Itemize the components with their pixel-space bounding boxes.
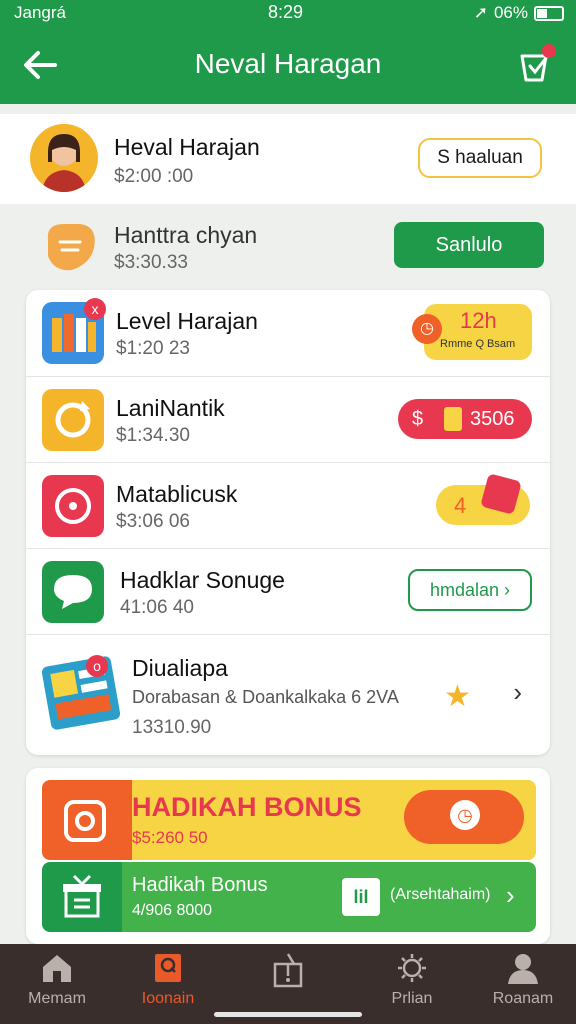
time-chip[interactable]: ◷ 12h Rmme Q Bsam	[412, 304, 532, 360]
level-chip[interactable]: 4	[436, 473, 530, 525]
profile-action-button[interactable]: S haaluan	[418, 138, 542, 178]
nav-label: Prlian	[391, 990, 433, 1007]
item-description: Dorabasan & Doankalkaka 6 2VA	[132, 687, 399, 707]
item-badge: o	[86, 655, 108, 677]
person-icon	[508, 954, 538, 984]
location-icon: ➚	[473, 3, 488, 22]
status-icons: ➚ 06%	[474, 3, 564, 23]
chat-app-icon	[42, 475, 104, 537]
app-header: Jangrá 8:29 ➚ 06% Neval Haragan	[0, 0, 576, 104]
dice-icon	[480, 473, 522, 515]
bell-icon	[47, 224, 95, 271]
bonus-row-icon: lil	[342, 878, 380, 916]
button-label: hmdalan	[429, 580, 500, 600]
bonus-row-button[interactable]: lil (Arsehtahaim) ›	[342, 876, 522, 918]
chevron-right-icon: ›	[504, 580, 511, 600]
chevron-right-icon[interactable]: ›	[513, 677, 522, 708]
list-item[interactable]: o Diualiapa Dorabasan & Doankalkaka 6 2V…	[26, 635, 550, 755]
clock: 8:29	[268, 2, 304, 22]
list-item[interactable]: LaniNantik $1:34.30 $ 3506	[26, 377, 550, 463]
list-item[interactable]: x Level Harajan $1:20 23 ◷ 12h Rmme Q Bs…	[26, 290, 550, 377]
bonus-row[interactable]: Hadikah Bonus 4/906 8000 lil (Arsehtahai…	[42, 862, 536, 932]
nav-label: Memam	[28, 990, 86, 1007]
trophy-icon	[444, 407, 462, 431]
secondary-action-button[interactable]: Sanlulo	[394, 222, 544, 268]
gift-icon	[273, 953, 303, 988]
page-title: Neval Haragan	[194, 48, 382, 79]
battery-icon	[534, 5, 564, 21]
bonus-claim-button[interactable]: ◷	[404, 790, 524, 844]
profile-amount: $2:00 :00	[114, 166, 194, 187]
secondary-amount: $3:30.33	[114, 252, 188, 273]
chip-caption: Rmme Q Bsam	[440, 338, 516, 350]
star-icon[interactable]: ★	[444, 679, 471, 714]
home-indicator[interactable]	[214, 1012, 362, 1017]
bonus-row-button-label: (Arsehtahaim)	[390, 886, 491, 903]
nav-profile[interactable]: Roanam	[468, 952, 576, 1008]
item-amount: 13310.90	[132, 717, 212, 738]
item-title: Level Harajan	[116, 308, 258, 334]
sun-icon	[398, 954, 426, 982]
checklist-button[interactable]	[518, 44, 556, 84]
secondary-name: Hanttra chyan	[114, 222, 258, 248]
home-icon	[43, 955, 71, 982]
nav-label: Ioonain	[141, 990, 195, 1007]
gift-icon	[63, 874, 101, 918]
chip-value: 3506	[470, 408, 515, 430]
clock-icon: ◷	[412, 314, 442, 344]
refresh-app-icon	[42, 389, 104, 451]
nav-gift[interactable]	[233, 952, 343, 994]
avatar	[30, 124, 98, 192]
carrier-label: Jangrá	[14, 3, 66, 22]
nav-wallet[interactable]: Ioonain	[113, 952, 223, 1008]
battery-percent: 06%	[493, 3, 528, 22]
list-item[interactable]: Matablicusk $3:06 06 4	[26, 463, 550, 549]
camera-icon	[64, 800, 106, 842]
item-badge: x	[84, 298, 106, 320]
bonus-card: HADIKAH BONUS $5:260 50 ◷ Hadikah Bonus …	[26, 768, 550, 944]
chip-value: 4	[454, 493, 467, 518]
item-amount: 41:06 40	[120, 597, 194, 618]
open-button[interactable]: hmdalan ›	[408, 569, 532, 611]
nav-label: Roanam	[492, 990, 554, 1007]
item-amount: $1:20 23	[116, 338, 190, 359]
item-title: LaniNantik	[116, 395, 225, 421]
bonus-row-amount: 4/906 8000	[132, 902, 213, 919]
app-list: x Level Harajan $1:20 23 ◷ 12h Rmme Q Bs…	[26, 290, 550, 755]
item-amount: $3:06 06	[116, 511, 190, 532]
nav-home[interactable]: Memam	[2, 952, 112, 1008]
bonus-title: HADIKAH BONUS	[132, 792, 362, 822]
magazine-icon	[40, 655, 122, 731]
chip-value: 12h	[460, 308, 497, 333]
secondary-row[interactable]: Hanttra chyan $3:30.33 Sanlulo	[0, 204, 576, 288]
item-title: Hadklar Sonuge	[120, 567, 285, 593]
price-chip[interactable]: $ 3506	[398, 399, 532, 439]
bonus-amount: $5:260 50	[132, 828, 208, 847]
message-app-icon	[42, 561, 104, 623]
status-bar: Jangrá 8:29 ➚ 06%	[0, 0, 576, 26]
profile-name: Heval Harajan	[114, 134, 260, 160]
notification-dot	[542, 44, 556, 58]
item-title: Diualiapa	[132, 655, 228, 681]
item-amount: $1:34.30	[116, 425, 190, 446]
list-item[interactable]: Hadklar Sonuge 41:06 40 hmdalan ›	[26, 549, 550, 635]
nav-explore[interactable]: Prlian	[357, 952, 467, 1008]
profile-row[interactable]: Heval Harajan $2:00 :00 S haaluan	[0, 114, 576, 204]
chevron-right-icon: ›	[506, 880, 515, 910]
clock-icon: ◷	[450, 800, 480, 830]
wallet-icon	[155, 954, 181, 982]
chip-currency: $	[412, 408, 424, 430]
bonus-row-title: Hadikah Bonus	[132, 874, 268, 896]
bonus-banner[interactable]: HADIKAH BONUS $5:260 50 ◷	[42, 780, 536, 860]
item-title: Matablicusk	[116, 481, 238, 507]
